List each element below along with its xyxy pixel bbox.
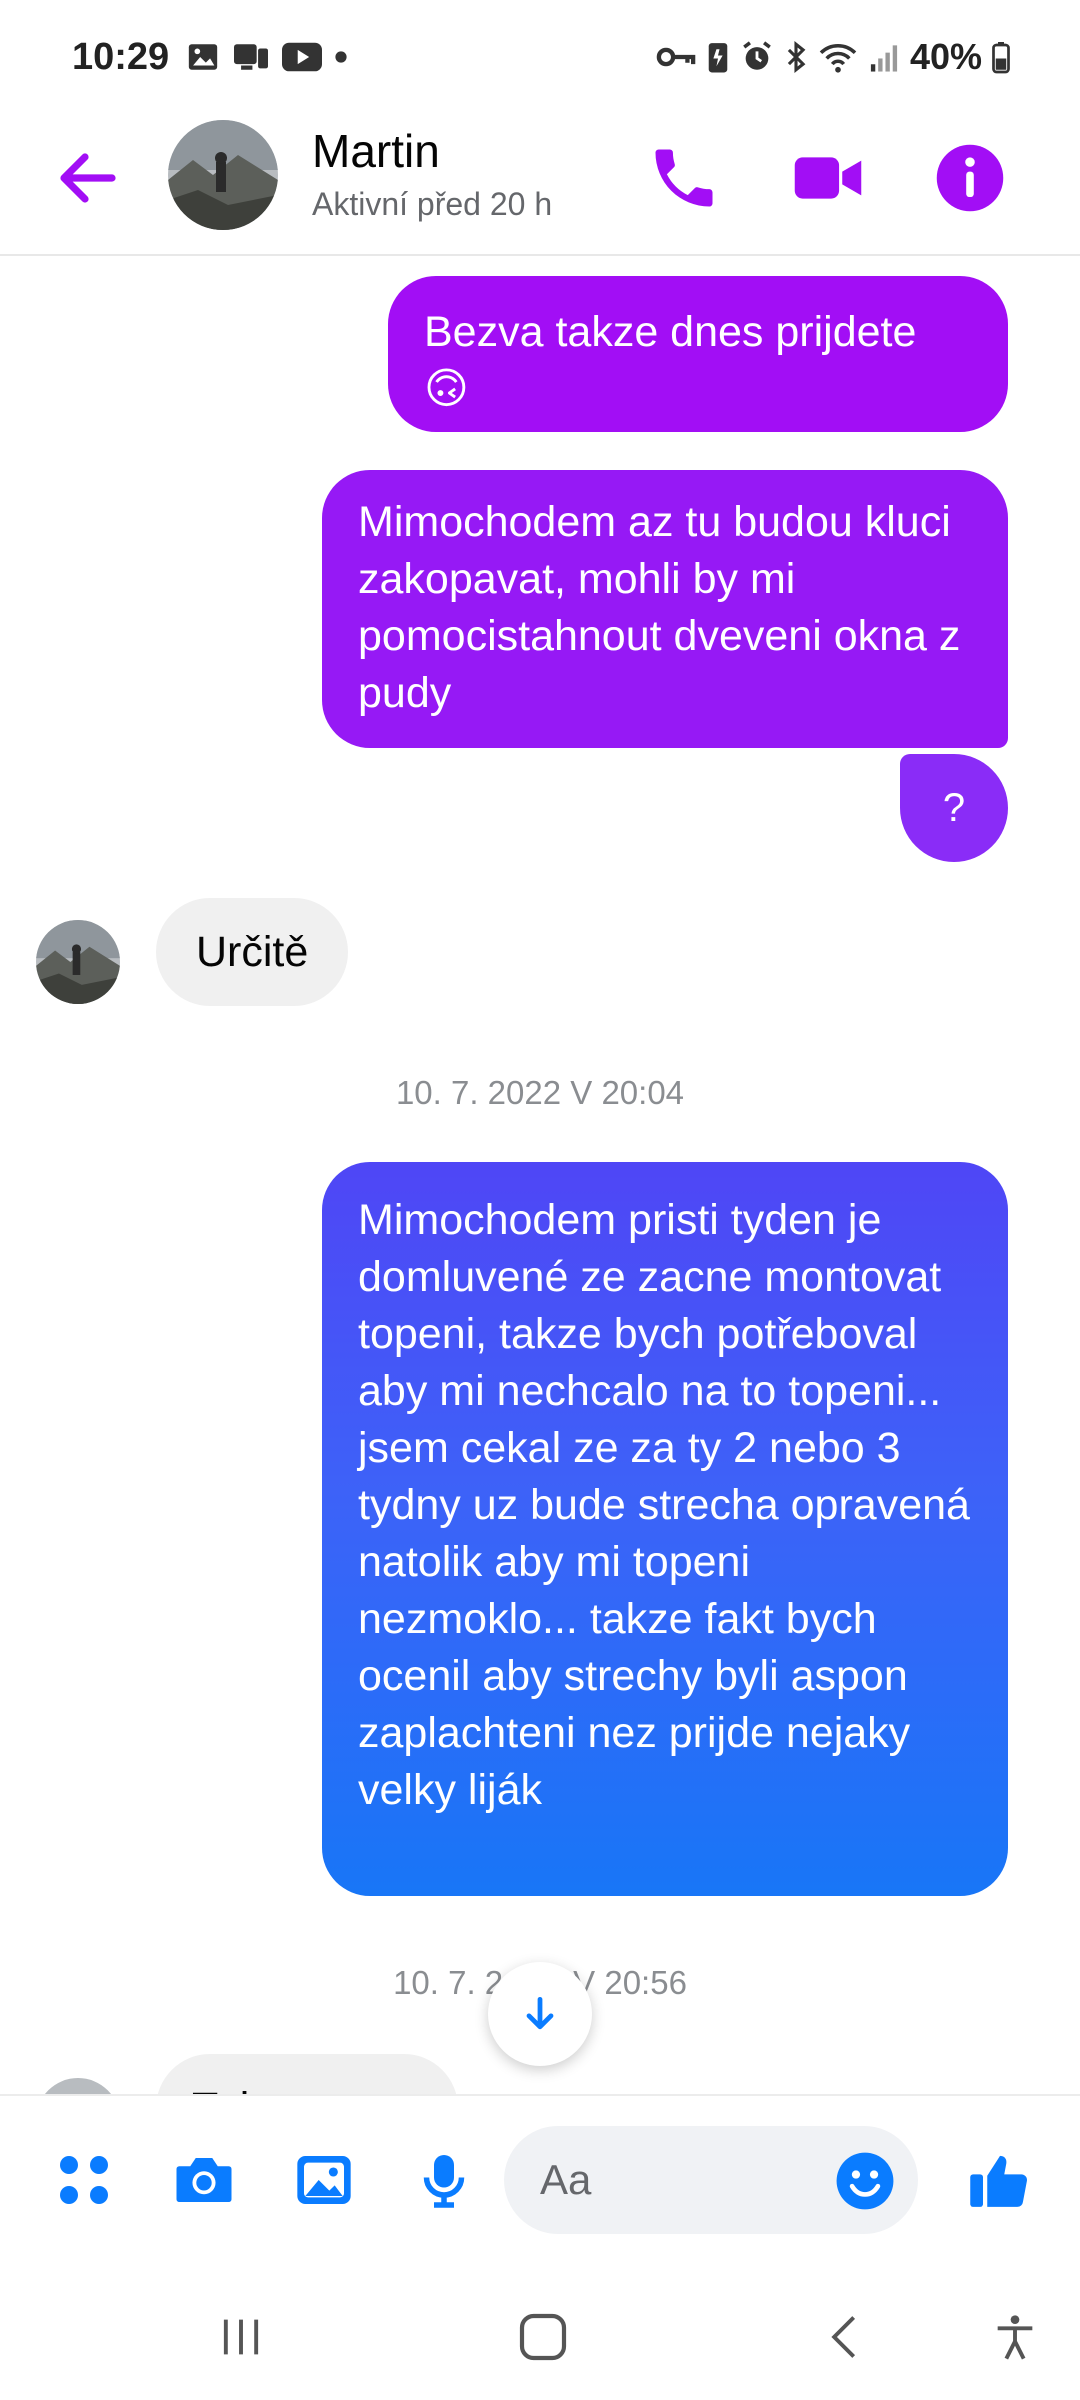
contact-name[interactable]: Martin: [312, 124, 440, 178]
sent-message[interactable]: Bezva takze dnes prijdete 🙃: [388, 276, 1008, 432]
thumbs-up-icon: [970, 2155, 1027, 2207]
alarm-icon: [743, 41, 771, 70]
dot-icon: [335, 51, 347, 63]
status-time: 10:29: [72, 36, 170, 78]
signal-icon: [870, 45, 898, 72]
camera-button[interactable]: [164, 2140, 244, 2220]
back-arrow-icon[interactable]: [52, 142, 124, 214]
like-button[interactable]: [960, 2140, 1040, 2220]
arrow-down-icon: [526, 1996, 554, 2030]
image-icon: [297, 2156, 351, 2204]
youtube-notification-icon: [282, 42, 322, 72]
sent-message[interactable]: ?: [900, 754, 1008, 862]
accessibility-icon: [997, 2315, 1033, 2360]
gallery-notification-icon: [188, 44, 218, 70]
vpn-key-icon: [656, 47, 696, 67]
status-bar: 10:29 40%: [0, 0, 1080, 120]
timestamp-part: V 20:56: [573, 1964, 687, 2001]
sent-message[interactable]: Mimochodem pristi tyden je domluvené ze …: [322, 1162, 1008, 1896]
battery-icon: [992, 42, 1010, 74]
message-timestamp: 10. 7. 2022 V 20:04: [395, 1074, 685, 1111]
home-button[interactable]: [508, 2302, 578, 2372]
bluetooth-icon: [787, 41, 806, 73]
contact-status: Aktivní před 20 h: [312, 186, 553, 222]
message-input-container[interactable]: [504, 2126, 918, 2234]
microphone-icon: [423, 2155, 465, 2208]
system-navigation-bar: [0, 2266, 1080, 2400]
notification-icons: [186, 40, 348, 74]
phone-icon[interactable]: [646, 140, 722, 216]
gallery-button[interactable]: [284, 2140, 364, 2220]
timestamp-part: 10. 7. 2: [393, 1964, 504, 2001]
recents-button[interactable]: [206, 2302, 276, 2372]
battery-percent: 40%: [909, 36, 982, 77]
voice-button[interactable]: [404, 2140, 484, 2220]
accessibility-button[interactable]: [980, 2302, 1050, 2372]
contact-avatar[interactable]: [168, 120, 278, 230]
recents-icon: [223, 2319, 259, 2355]
wifi-icon: [819, 43, 857, 73]
received-message[interactable]: Určitě: [156, 898, 349, 1006]
system-icons: 40%: [656, 36, 1010, 78]
conversation-header: Martin Aktivní před 20 h: [0, 120, 1080, 256]
battery-saver-icon: [708, 43, 728, 73]
scroll-to-bottom-button[interactable]: [488, 1962, 592, 2066]
back-button[interactable]: [810, 2302, 880, 2372]
device-notification-icon: [234, 44, 268, 70]
message-composer: [0, 2094, 1080, 2266]
apps-button[interactable]: [44, 2140, 124, 2220]
home-icon: [519, 2313, 567, 2361]
back-icon: [831, 2316, 856, 2358]
video-camera-icon[interactable]: [790, 140, 866, 216]
message-input[interactable]: [540, 2152, 820, 2208]
sender-avatar[interactable]: [36, 920, 120, 1004]
camera-icon: [176, 2158, 232, 2202]
info-icon[interactable]: [932, 140, 1008, 216]
emoji-icon[interactable]: [834, 2150, 896, 2212]
sent-message[interactable]: Mimochodem az tu budou kluci zakopavat, …: [322, 470, 1008, 748]
apps-grid-icon: [60, 2156, 108, 2204]
